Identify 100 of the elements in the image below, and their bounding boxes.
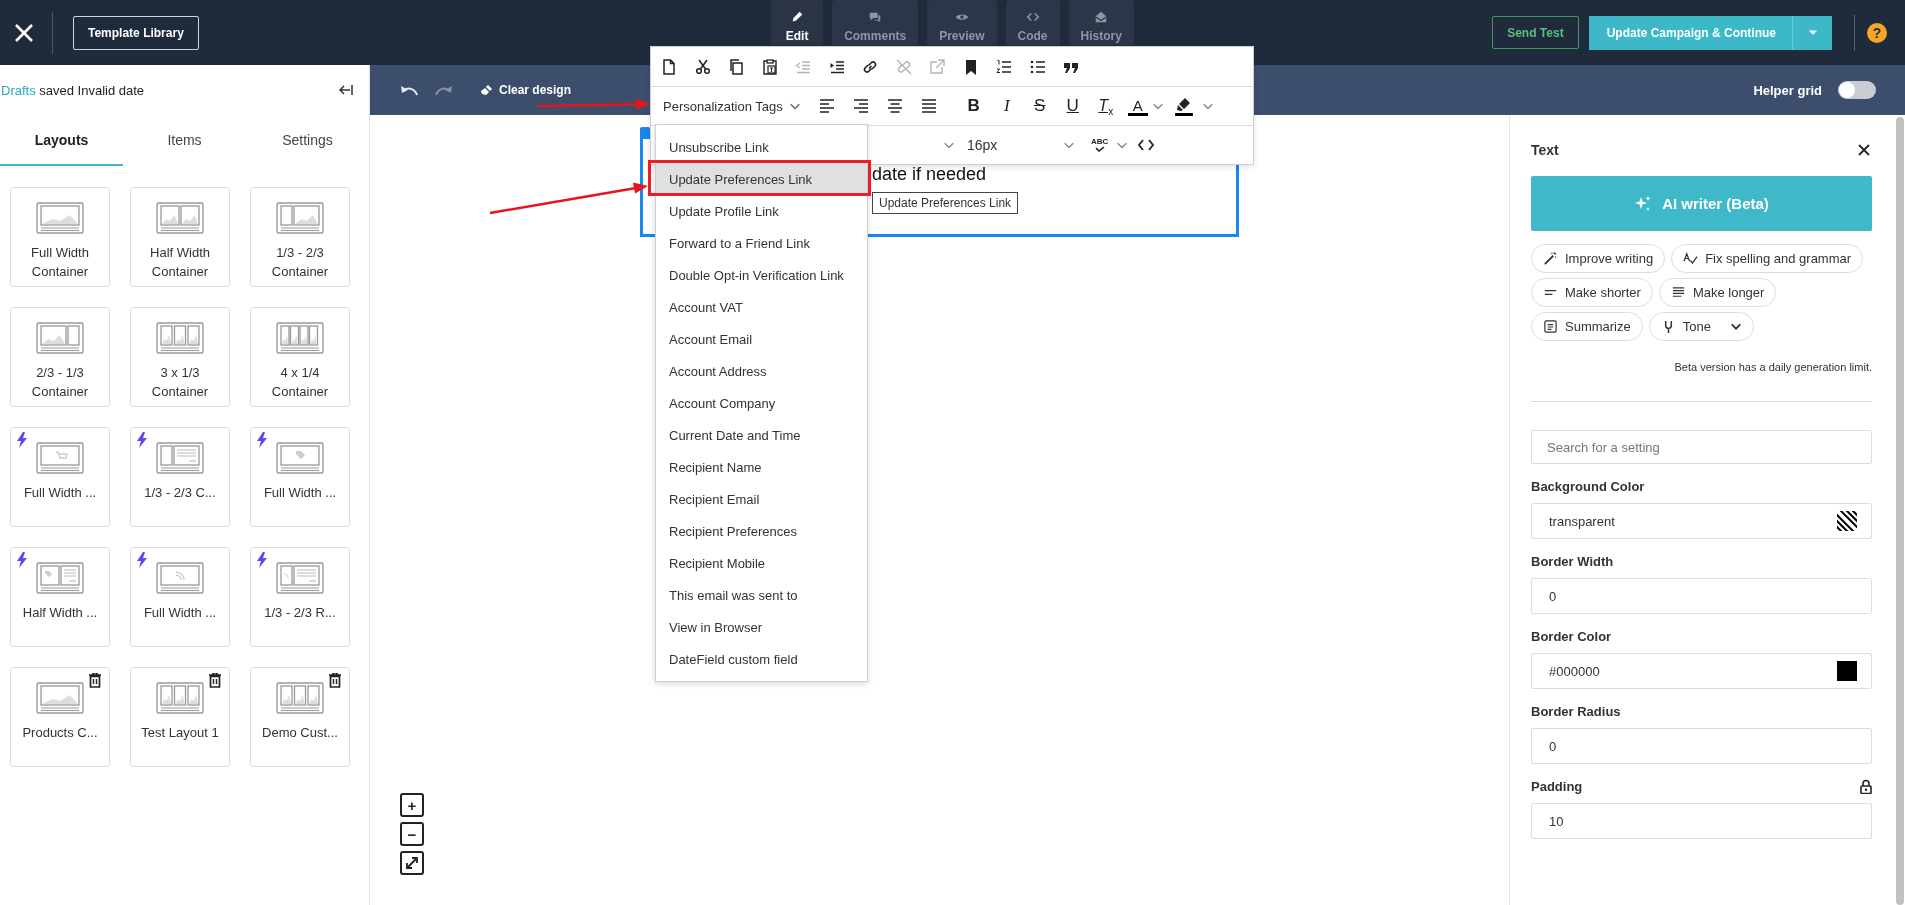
search-field[interactable]: Search for a setting xyxy=(1531,430,1872,464)
ai-action-chip[interactable]: Improve writing xyxy=(1531,244,1666,273)
nav-tab[interactable]: Comments xyxy=(832,0,919,45)
strike-button[interactable]: S xyxy=(1028,94,1051,118)
layout-label: Test Layout 1 xyxy=(140,724,220,742)
menu-item[interactable]: DateField custom field xyxy=(656,643,867,675)
scrollbar[interactable] xyxy=(1896,117,1904,905)
layout-card[interactable]: Full Width ... xyxy=(10,427,110,527)
zoom-out-button[interactable]: − xyxy=(400,822,424,846)
menu-item[interactable]: Recipient Name xyxy=(656,451,867,483)
copy-icon[interactable] xyxy=(728,58,744,75)
spellcheck-button[interactable]: ABC xyxy=(1091,138,1109,152)
text-color-button[interactable]: A xyxy=(1127,96,1148,116)
italic-button[interactable]: I xyxy=(995,94,1018,118)
trash-icon[interactable] xyxy=(209,673,221,688)
menu-item[interactable]: Account VAT xyxy=(656,291,867,323)
striped-swatch-icon[interactable] xyxy=(1837,511,1857,531)
layout-card[interactable]: Full Width Container xyxy=(10,187,110,287)
setting-field[interactable]: 0 xyxy=(1531,578,1872,614)
menu-item[interactable]: Update Profile Link xyxy=(656,195,867,227)
send-test-button[interactable]: Send Test xyxy=(1492,16,1579,49)
underline-button[interactable]: U xyxy=(1061,94,1084,118)
paste-icon[interactable] xyxy=(761,58,778,75)
clear-button[interactable]: T$_{x}$ xyxy=(1094,94,1117,118)
align-center-icon[interactable] xyxy=(886,98,903,114)
layout-card[interactable]: 4 x 1/4 Container xyxy=(250,307,350,407)
template-library-button[interactable]: Template Library xyxy=(73,15,199,50)
menu-item[interactable]: Forward to a Friend Link xyxy=(656,227,867,259)
code-icon[interactable] xyxy=(1138,138,1155,152)
fit-screen-button[interactable] xyxy=(400,851,424,875)
layout-card[interactable]: 1/3 - 2/3 Container xyxy=(250,187,350,287)
ai-action-chip[interactable]: Make shorter xyxy=(1531,278,1653,307)
layout-label: 4 x 1/4 Container xyxy=(270,364,330,401)
menu-item[interactable]: Account Company xyxy=(656,387,867,419)
menu-item[interactable]: Recipient Preferences xyxy=(656,515,867,547)
layout-card[interactable]: 1/3 - 2/3 R... xyxy=(250,547,350,647)
nav-tab[interactable]: Edit xyxy=(771,0,824,45)
helper-grid-toggle[interactable] xyxy=(1838,81,1876,99)
drag-handle-icon[interactable] xyxy=(640,127,650,137)
font-size-dropdown[interactable]: 16px xyxy=(967,137,1063,153)
personalization-tags-dropdown[interactable]: Personalization Tags xyxy=(663,98,801,114)
spell-check-icon xyxy=(1683,251,1699,266)
bold-button[interactable]: B xyxy=(962,94,985,118)
menu-item[interactable]: View in Browser xyxy=(656,611,867,643)
layout-card[interactable]: 1/3 - 2/3 C... xyxy=(130,427,230,527)
new-document-icon[interactable] xyxy=(661,58,677,75)
trash-icon[interactable] xyxy=(89,673,101,688)
undo-icon[interactable] xyxy=(400,84,418,96)
indent-icon[interactable] xyxy=(828,58,845,75)
help-icon[interactable]: ? xyxy=(1867,22,1887,43)
layout-card[interactable]: Full Width ... xyxy=(250,427,350,527)
link-icon[interactable] xyxy=(862,58,878,75)
lock-icon[interactable] xyxy=(1860,779,1872,794)
menu-item[interactable]: Recipient Email xyxy=(656,483,867,515)
layout-card[interactable]: Test Layout 1 xyxy=(130,667,230,767)
layout-card[interactable]: Half Width Container xyxy=(130,187,230,287)
menu-item[interactable]: Update Preferences Link xyxy=(656,163,867,195)
nav-tab[interactable]: History xyxy=(1068,0,1134,45)
collapse-icon[interactable] xyxy=(339,84,353,96)
bullet-list-icon[interactable] xyxy=(1029,58,1046,75)
menu-item[interactable]: Account Email xyxy=(656,323,867,355)
scissors-icon[interactable] xyxy=(694,58,711,75)
zoom-in-button[interactable]: + xyxy=(400,793,424,817)
nav-tab[interactable]: Preview xyxy=(927,0,997,45)
menu-item[interactable]: Unsubscribe Link xyxy=(656,131,867,163)
chat-icon xyxy=(868,10,883,24)
ai-action-chip[interactable]: Fix spelling and grammar xyxy=(1671,244,1864,273)
setting-field[interactable]: 0 xyxy=(1531,728,1872,764)
layout-thumbnail-icon xyxy=(276,442,324,474)
layout-card[interactable]: Products C... xyxy=(10,667,110,767)
ai-action-chip[interactable]: Tone xyxy=(1648,312,1754,341)
menu-item[interactable]: Current Date and Time xyxy=(656,419,867,451)
layout-card[interactable]: Half Width ... xyxy=(10,547,110,647)
align-right-icon[interactable] xyxy=(852,98,869,114)
setting-field[interactable]: 10 xyxy=(1531,803,1872,839)
trash-icon[interactable] xyxy=(329,673,341,688)
layout-card[interactable]: 2/3 - 1/3 Container xyxy=(10,307,110,407)
menu-item[interactable]: Account Address xyxy=(656,355,867,387)
close-icon[interactable] xyxy=(1858,144,1870,156)
layout-card[interactable]: Full Width ... xyxy=(130,547,230,647)
setting-field[interactable]: #000000 xyxy=(1531,653,1872,689)
justify-icon[interactable] xyxy=(920,98,937,114)
layout-card[interactable]: 3 x 1/3 Container xyxy=(130,307,230,407)
nav-tab[interactable]: Code xyxy=(1005,0,1060,45)
check-icon xyxy=(1094,146,1105,152)
numbered-list-icon[interactable] xyxy=(996,58,1012,75)
clear-design-button[interactable]: Clear design xyxy=(481,83,572,97)
color-swatch[interactable] xyxy=(1837,661,1857,681)
ai-action-chip[interactable]: Summarize xyxy=(1531,312,1643,341)
layout-label: Full Width ... xyxy=(262,484,338,502)
ai-action-chip[interactable]: Make longer xyxy=(1658,278,1777,307)
layout-label: 1/3 - 2/3 Container xyxy=(270,244,330,281)
layout-card[interactable]: Demo Cust... xyxy=(250,667,350,767)
menu-item[interactable]: Double Opt-in Verification Link xyxy=(656,259,867,291)
align-left-icon[interactable] xyxy=(818,98,835,114)
menu-item[interactable]: Recipient Mobile xyxy=(656,547,867,579)
dropdown-button[interactable] xyxy=(1792,15,1832,50)
menu-item[interactable]: This email was sent to xyxy=(656,579,867,611)
highlighter-icon[interactable] xyxy=(1173,96,1194,116)
setting-field[interactable]: transparent xyxy=(1531,503,1872,539)
